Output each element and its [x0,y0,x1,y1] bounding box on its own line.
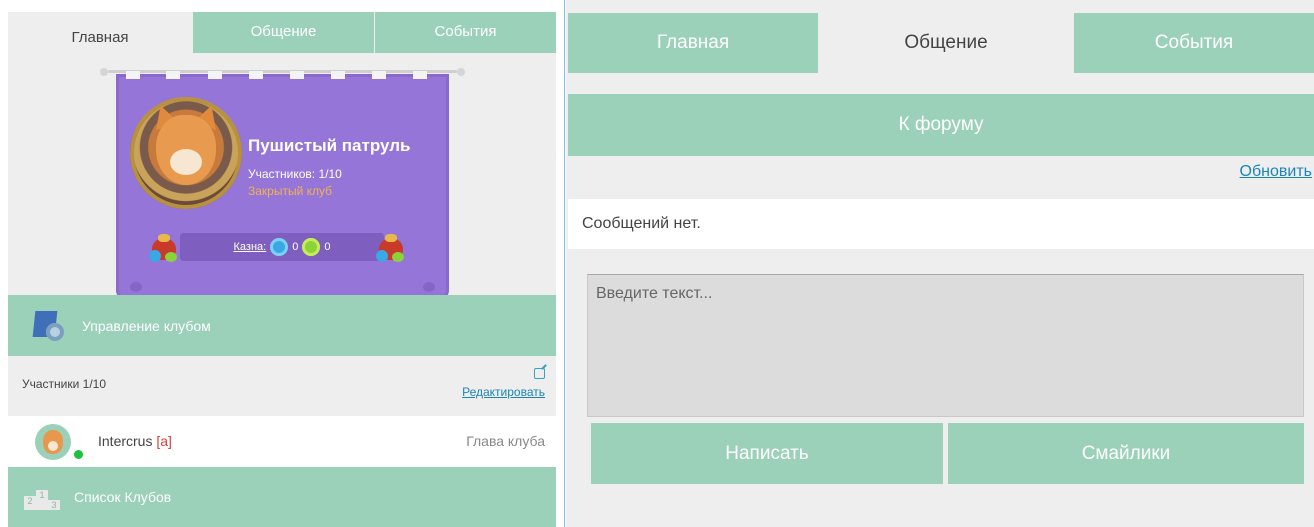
club-main-panel: Главная Общение События Пушистый патруль… [8,12,556,527]
member-name[interactable]: Intercrus [a] [98,433,172,449]
send-button[interactable]: Написать [591,423,943,484]
avatar-icon[interactable] [35,424,71,460]
treasury-green-amount: 0 [324,241,331,253]
club-chat-panel: Главная Общение События К форуму Обновит… [566,0,1314,527]
money-bag-icon [149,232,179,262]
money-bag-icon [376,232,406,262]
right-tab-events[interactable]: События [1074,13,1314,73]
club-members-count: Участников: 1/10 [248,167,342,181]
club-name: Пушистый патруль [248,136,411,155]
club-list-button[interactable]: 213 Список Клубов [8,467,556,527]
member-role: Глава клуба [466,433,545,449]
left-tab-main[interactable]: Главная [8,12,192,54]
panel-divider [564,0,565,527]
treasury-link[interactable]: Казна: [234,241,267,253]
treasury: Казна: 0 0 [180,233,384,261]
treasury-blue-amount: 0 [292,241,299,253]
left-tab-events[interactable]: События [375,12,556,53]
smiles-button[interactable]: Смайлики [948,423,1304,484]
club-management-icon [32,309,66,343]
members-title: Участники 1/10 [22,377,107,391]
right-tab-chat[interactable]: Общение [818,13,1074,73]
online-status-indicator [74,450,83,459]
coin-green-icon [302,238,321,256]
left-tab-bar: Главная Общение События [8,12,556,54]
club-management-button[interactable]: Управление клубом [8,295,556,356]
edit-icon[interactable] [534,368,545,379]
paw-icon [130,282,142,292]
forum-button[interactable]: К форуму [568,94,1314,156]
podium-icon: 213 [24,480,60,514]
club-management-label: Управление клубом [82,317,211,334]
edit-members-link[interactable]: Редактировать [462,385,545,399]
coin-blue-icon [270,238,289,256]
club-emblem-icon [130,97,242,209]
club-type: Закрытый клуб [248,184,333,198]
left-tab-chat[interactable]: Общение [193,12,374,53]
club-list-label: Список Клубов [74,489,172,505]
member-tag: [a] [156,433,172,449]
paw-icon [423,282,435,292]
member-row[interactable]: Intercrus [a] Глава клуба [8,416,556,467]
no-messages-text: Сообщений нет. [568,199,1314,249]
banner-flag: Пушистый патруль Участников: 1/10 Закрыт… [116,71,449,300]
refresh-link[interactable]: Обновить [1240,163,1312,181]
member-name-text: Intercrus [98,433,153,449]
club-banner: Пушистый патруль Участников: 1/10 Закрыт… [100,67,465,302]
right-tab-main[interactable]: Главная [568,13,818,73]
members-header: Участники 1/10 Редактировать [8,356,556,416]
message-input[interactable] [587,274,1304,417]
